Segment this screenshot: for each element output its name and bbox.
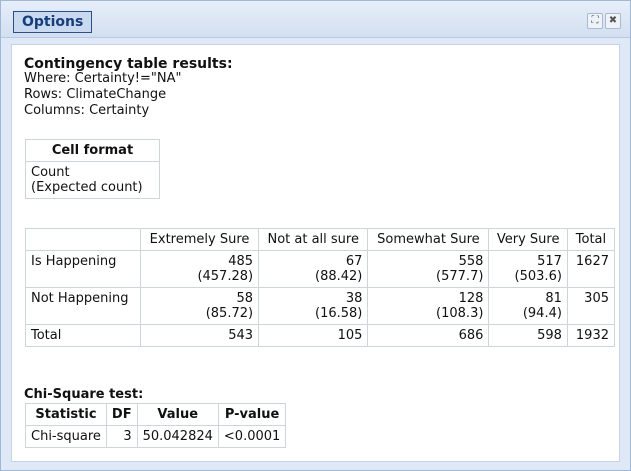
- table-cell: 105: [258, 324, 369, 347]
- degrees-of-freedom: 3: [105, 425, 138, 448]
- column-header-df: DF: [105, 403, 138, 426]
- contingency-header-row: Extremely Sure Not at all sure Somewhat …: [25, 228, 616, 251]
- row-label: Is Happening: [25, 250, 141, 288]
- cell-format-body: Count (Expected count): [25, 161, 160, 199]
- cell-format-header: Cell format: [25, 139, 160, 162]
- chi-square-header-row: Statistic DF Value P-value: [25, 403, 287, 426]
- column-header-total: Total: [566, 228, 616, 251]
- columns-line: Columns: Certainty: [24, 103, 150, 118]
- table-cell: 686: [367, 324, 490, 347]
- table-row: Not Happening 58 (85.72) 38 (16.58) 128 (10…: [25, 287, 616, 325]
- options-window: Options ⛶ ✖ Contingency table results: W…: [0, 0, 631, 471]
- results-panel: Contingency table results: Where: Certai…: [11, 44, 620, 462]
- column-header-very-sure: Very Sure: [488, 228, 568, 251]
- table-cell: 38 (16.58): [258, 287, 369, 325]
- table-cell: 543: [139, 324, 260, 347]
- statistic-name: Chi-square: [25, 425, 107, 448]
- table-cell: 81 (94.4): [488, 287, 568, 325]
- table-cell: 67 (88.42): [258, 250, 369, 288]
- cell-format-expected: (Expected count): [31, 180, 143, 195]
- column-header-value: Value: [136, 403, 219, 426]
- cell-format-table: Cell format Count (Expected count): [25, 139, 160, 199]
- table-cell: 598: [488, 324, 568, 347]
- chi-square-value: 50.042824: [136, 425, 219, 448]
- chi-square-table: Statistic DF Value P-value Chi-square 3 …: [25, 403, 287, 448]
- column-header-extremely-sure: Extremely Sure: [139, 228, 260, 251]
- column-header-somewhat-sure: Somewhat Sure: [367, 228, 490, 251]
- column-header-statistic: Statistic: [25, 403, 107, 426]
- table-row: Is Happening 485 (457.28) 67 (88.42) 558 (5…: [25, 250, 616, 288]
- row-total: 1932: [566, 324, 616, 347]
- contingency-table: Extremely Sure Not at all sure Somewhat …: [25, 228, 616, 347]
- table-row: Chi-square 3 50.042824 <0.0001: [25, 425, 287, 448]
- p-value: <0.0001: [217, 425, 287, 448]
- table-cell: 558 (577.7): [367, 250, 490, 288]
- window-title[interactable]: Options: [13, 11, 93, 33]
- row-total: 305: [566, 287, 616, 325]
- column-header-blank: [25, 228, 141, 251]
- row-label: Total: [25, 324, 141, 347]
- window-titlebar: Options ⛶ ✖: [1, 1, 630, 38]
- table-cell: 128 (108.3): [367, 287, 490, 325]
- table-cell: 517 (503.6): [488, 250, 568, 288]
- cell-format-count: Count: [31, 165, 70, 180]
- table-cell: 58 (85.72): [139, 287, 260, 325]
- results-heading: Contingency table results:: [24, 56, 233, 72]
- row-label: Not Happening: [25, 287, 141, 325]
- where-line: Where: Certainty!="NA": [24, 71, 182, 86]
- chi-square-heading: Chi-Square test:: [24, 387, 144, 402]
- row-total: 1627: [566, 250, 616, 288]
- close-icon[interactable]: ✖: [605, 13, 621, 29]
- column-header-p-value: P-value: [217, 403, 287, 426]
- table-row: Total 543 105 686 598 1932: [25, 324, 616, 347]
- restore-icon[interactable]: ⛶: [587, 13, 603, 29]
- table-cell: 485 (457.28): [139, 250, 260, 288]
- rows-line: Rows: ClimateChange: [24, 87, 167, 102]
- column-header-not-at-all-sure: Not at all sure: [258, 228, 369, 251]
